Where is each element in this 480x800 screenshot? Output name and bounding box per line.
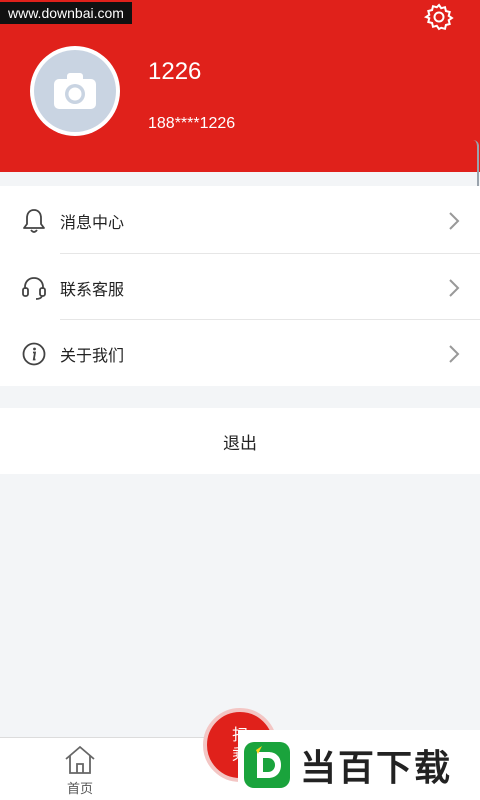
chevron-right-icon (446, 344, 462, 364)
profile-header: www.downbai.com 1226 188****1226 (0, 0, 480, 172)
avatar-placeholder (34, 50, 116, 132)
info-icon (20, 340, 48, 368)
camera-icon (54, 73, 96, 109)
logout-button[interactable]: 退出 (0, 408, 480, 474)
user-phone: 188****1226 (148, 115, 236, 132)
watermark: www.downbai.com (0, 2, 132, 24)
menu-item-messages[interactable]: 消息中心 (0, 187, 480, 253)
brand-logo (244, 742, 290, 788)
headset-icon (20, 274, 48, 302)
bell-icon (20, 207, 48, 235)
settings-button[interactable] (423, 1, 455, 33)
user-name: 1226 (148, 58, 202, 85)
menu-item-label: 关于我们 (60, 346, 125, 365)
tab-home-label: 首页 (66, 782, 93, 797)
menu-item-customer-service[interactable]: 联系客服 (0, 254, 480, 320)
menu-item-label: 联系客服 (60, 280, 125, 299)
avatar[interactable] (30, 46, 120, 136)
brand-watermark: 当百下载 (238, 730, 480, 800)
home-icon (65, 745, 95, 774)
brand-text: 当百下载 (300, 748, 453, 789)
tab-home[interactable]: 首页 (50, 744, 110, 799)
menu-item-label: 消息中心 (60, 213, 125, 232)
menu-item-about-us[interactable]: 关于我们 (0, 320, 480, 386)
chevron-right-icon (446, 278, 462, 298)
menu-list: 消息中心 联系客服 关于我们 (0, 186, 480, 386)
chevron-right-icon (446, 211, 462, 231)
gear-icon (423, 3, 454, 31)
